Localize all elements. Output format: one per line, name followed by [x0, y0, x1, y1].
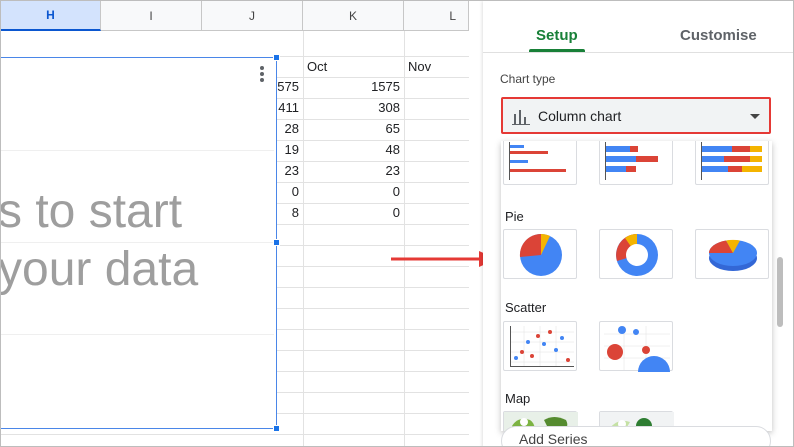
3d-pie-chart-option[interactable]: [695, 229, 769, 279]
cell-j-value[interactable]: 8: [277, 203, 299, 223]
cell-k-value[interactable]: 0: [307, 203, 400, 223]
cell-k-value[interactable]: 0: [307, 182, 400, 202]
100-stacked-bar-chart-option[interactable]: [695, 141, 769, 185]
page-frame: H I J K L Oct Nov 575 411 28 19 23 0 8 1…: [0, 0, 794, 447]
grid-line: [277, 224, 469, 225]
add-series-label: Add Series: [519, 431, 588, 447]
cell-k-value[interactable]: 1575: [307, 77, 400, 97]
grid-line: [277, 413, 469, 414]
resize-handle[interactable]: [273, 54, 280, 61]
chart-editor-panel: Setup Customise Chart type Column chart: [483, 1, 793, 447]
tabs-divider: [483, 52, 793, 53]
grid-line: [277, 245, 469, 246]
cell-k-header[interactable]: Oct: [307, 57, 397, 77]
cell-j-value[interactable]: 19: [277, 140, 299, 160]
add-series-button[interactable]: Add Series: [501, 426, 771, 447]
resize-handle[interactable]: [273, 425, 280, 432]
embedded-chart[interactable]: s to start your data: [0, 57, 277, 429]
chart-placeholder-line: [1, 334, 274, 335]
grid-line: [404, 31, 405, 446]
column-chart-icon: [512, 110, 530, 125]
grid-line: [277, 287, 469, 288]
cell-j-value[interactable]: 28: [277, 119, 299, 139]
scatter-chart-option[interactable]: [503, 321, 577, 371]
column-header-h[interactable]: H: [1, 1, 101, 31]
more-vert-icon[interactable]: [257, 64, 267, 84]
grid-line: [277, 329, 469, 330]
chart-type-dropdown[interactable]: Column chart: [501, 97, 771, 134]
chart-type-menu[interactable]: Pie Scatter Map: [501, 141, 772, 431]
cell-j-value[interactable]: 411: [277, 98, 299, 118]
panel-scrollbar[interactable]: [777, 257, 783, 327]
bubble-chart-option[interactable]: [599, 321, 673, 372]
grid-line: [1, 434, 469, 435]
doughnut-chart-option[interactable]: [599, 229, 673, 279]
grid-line: [303, 31, 304, 446]
cell-j-value[interactable]: 0: [277, 182, 299, 202]
grid-line: [277, 371, 469, 372]
pie-chart-option[interactable]: [503, 229, 577, 279]
cell-k-value[interactable]: 65: [307, 119, 400, 139]
section-title-map: Map: [505, 391, 531, 406]
cell-k-value[interactable]: 308: [307, 98, 400, 118]
grid-line: [277, 350, 469, 351]
stacked-bar-chart-option[interactable]: [599, 141, 673, 185]
column-header-i[interactable]: I: [101, 1, 202, 31]
column-header-j[interactable]: J: [202, 1, 303, 31]
tab-setup[interactable]: Setup: [536, 27, 578, 44]
chart-type-label: Chart type: [500, 72, 556, 86]
cell-k-value[interactable]: 48: [307, 140, 400, 160]
column-header-l[interactable]: L: [404, 1, 469, 31]
chart-placeholder-line: [1, 150, 274, 151]
tab-customise[interactable]: Customise: [680, 27, 757, 44]
grid-line: [277, 308, 469, 309]
section-title-pie: Pie: [505, 209, 524, 224]
grid-line: [277, 392, 469, 393]
section-title-scatter: Scatter: [505, 300, 547, 315]
spreadsheet-grid[interactable]: H I J K L Oct Nov 575 411 28 19 23 0 8 1…: [0, 1, 469, 446]
chart-hint-line-2: your data: [0, 243, 199, 296]
bar-chart-option[interactable]: [503, 141, 577, 185]
chart-hint-line-1: s to start: [0, 185, 183, 238]
cell-l-header[interactable]: Nov: [408, 57, 468, 77]
cell-k-value[interactable]: 23: [307, 161, 400, 181]
chart-type-value: Column chart: [538, 108, 622, 124]
resize-handle[interactable]: [273, 239, 280, 246]
column-header-k[interactable]: K: [303, 1, 404, 31]
cell-j-value[interactable]: 575: [277, 77, 299, 97]
chevron-down-icon: [750, 114, 760, 119]
cell-j-value[interactable]: 23: [277, 161, 299, 181]
